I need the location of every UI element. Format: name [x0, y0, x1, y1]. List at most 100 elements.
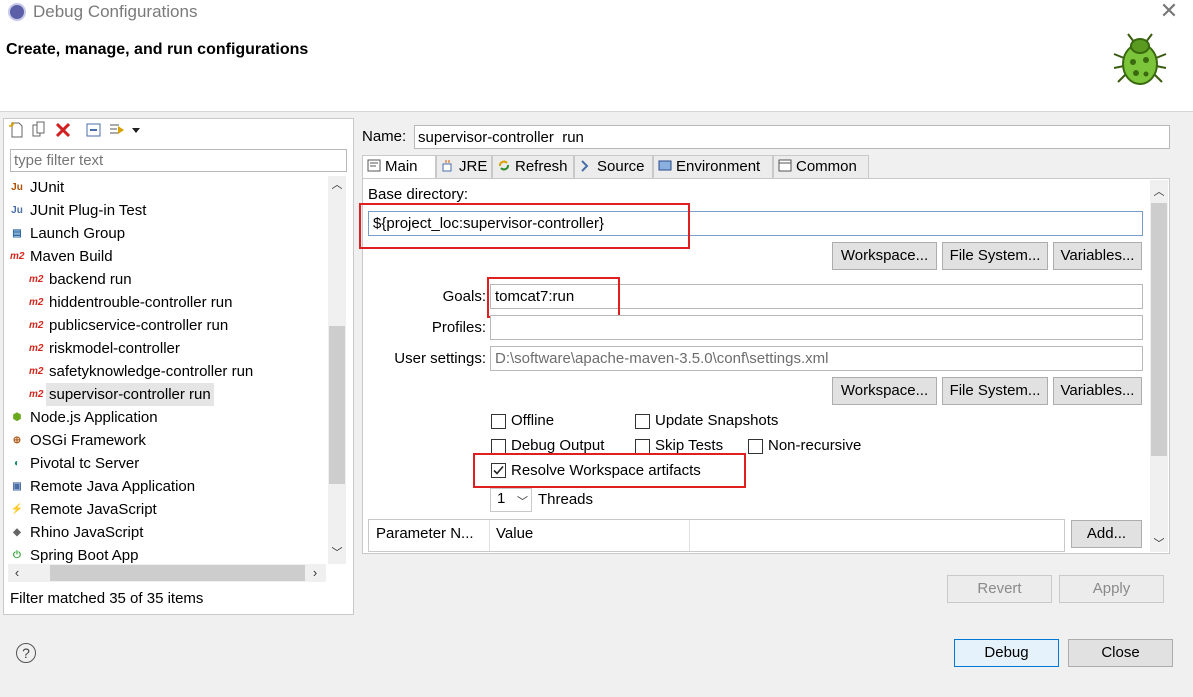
tab-source[interactable]: Source: [574, 155, 653, 179]
tree-item-label: Maven Build: [30, 248, 113, 265]
junit-plugin-icon: Ju: [11, 205, 23, 216]
launch-group-icon: ▤: [12, 228, 22, 239]
chevron-down-icon[interactable]: [130, 121, 142, 139]
file-system-button-2[interactable]: File System...: [942, 377, 1048, 405]
m2-icon: m2: [10, 251, 25, 262]
scroll-down-icon[interactable]: ﹀: [328, 544, 346, 562]
main-tab-icon: [367, 159, 381, 172]
page-title: Create, manage, and run configurations: [6, 41, 309, 58]
offline-checkbox[interactable]: [491, 414, 506, 429]
tab-environment-label: Environment: [676, 158, 761, 175]
highlight-box-resolve: [473, 453, 746, 488]
scroll-right-icon[interactable]: ›: [308, 565, 322, 581]
apply-button[interactable]: Apply: [1059, 575, 1164, 603]
m2-icon: m2: [29, 320, 44, 331]
non-recursive-checkbox[interactable]: [748, 439, 763, 454]
update-snapshots-checkbox[interactable]: [635, 414, 650, 429]
name-label: Name:: [362, 128, 407, 145]
goals-label: Goals:: [442, 288, 486, 305]
offline-label[interactable]: Offline: [511, 412, 554, 429]
tree-item-label: Launch Group: [30, 225, 126, 242]
add-parameter-button[interactable]: Add...: [1071, 520, 1142, 548]
filter-icon[interactable]: [108, 121, 126, 139]
user-settings-label: User settings:: [394, 350, 486, 367]
scroll-left-icon[interactable]: ‹: [10, 565, 24, 581]
variables-button-2[interactable]: Variables...: [1053, 377, 1142, 405]
tab-common[interactable]: Common: [773, 155, 869, 179]
tree-item-label: Spring Boot App: [30, 547, 139, 564]
tree-item-label: hiddentrouble-controller run: [49, 294, 233, 311]
help-icon[interactable]: ?: [16, 643, 36, 663]
profiles-label: Profiles:: [431, 319, 486, 336]
source-tab-icon: [581, 160, 589, 172]
debug-output-label[interactable]: Debug Output: [511, 437, 604, 454]
eclipse-icon: [8, 3, 26, 21]
tree-item-label: Pivotal tc Server: [30, 455, 140, 472]
window-close-button[interactable]: ✕: [1158, 0, 1180, 23]
profiles-input[interactable]: [490, 315, 1143, 340]
main-scroll-thumb[interactable]: [1151, 203, 1167, 456]
name-input[interactable]: [414, 125, 1170, 149]
skip-tests-checkbox[interactable]: [635, 439, 650, 454]
debug-button[interactable]: Debug: [954, 639, 1059, 667]
variables-button[interactable]: Variables...: [1053, 242, 1142, 270]
collapse-all-icon[interactable]: [85, 121, 103, 139]
tab-jre[interactable]: JRE: [436, 155, 492, 179]
tree-hscroll-thumb[interactable]: [50, 565, 305, 581]
file-system-button[interactable]: File System...: [942, 242, 1048, 270]
configuration-tree: Ju JUnit Ju JUnit Plug-in Test ▤ Launch Group…: [8, 176, 326, 564]
user-settings-input[interactable]: [490, 346, 1143, 371]
header-area: [0, 24, 1193, 112]
tree-item-label: JUnit Plug-in Test: [30, 202, 147, 219]
junit-icon: Ju: [11, 182, 23, 193]
filter-status-text: Filter matched 35 of 35 items: [10, 590, 204, 607]
tree-item-label: safetyknowledge-controller run: [49, 363, 254, 380]
delete-icon[interactable]: [54, 121, 72, 139]
update-snapshots-label[interactable]: Update Snapshots: [655, 412, 778, 429]
m2-icon: m2: [29, 366, 44, 377]
tree-item-label: Remote Java Application: [30, 478, 196, 495]
m2-icon: m2: [29, 389, 44, 400]
m2-icon: m2: [29, 297, 44, 308]
tab-main[interactable]: Main: [362, 155, 436, 180]
remote-java-icon: ▣: [12, 481, 22, 492]
osgi-icon: ⊕: [12, 435, 22, 446]
tab-refresh-label: Refresh: [515, 158, 568, 175]
filter-input[interactable]: [10, 149, 347, 172]
tree-item-label: JUnit: [30, 179, 65, 196]
non-recursive-label[interactable]: Non-recursive: [768, 437, 861, 454]
tab-refresh[interactable]: Refresh: [492, 155, 574, 179]
highlight-box-base-dir: [359, 203, 690, 249]
pivotal-icon: ◐: [13, 458, 21, 469]
param-col-value-header[interactable]: Value: [490, 520, 690, 551]
workspace-button[interactable]: Workspace...: [832, 242, 937, 270]
scroll-up-icon[interactable]: ︿: [328, 176, 346, 194]
spring-boot-icon: ⏻: [13, 550, 21, 561]
base-directory-label: Base directory:: [368, 186, 469, 203]
tab-environment[interactable]: Environment: [653, 155, 773, 179]
m2-icon: m2: [29, 274, 44, 285]
param-col-name-header[interactable]: Parameter N...: [369, 520, 490, 551]
debug-output-checkbox[interactable]: [491, 439, 506, 454]
parameter-table[interactable]: Parameter N... Value: [368, 519, 1065, 552]
chevron-down-icon[interactable]: ﹀: [517, 493, 528, 509]
tab-source-label: Source: [597, 158, 645, 175]
revert-button[interactable]: Revert: [947, 575, 1052, 603]
tree-item-label: Node.js Application: [30, 409, 158, 426]
skip-tests-label[interactable]: Skip Tests: [655, 437, 723, 454]
refresh-tab-icon: [499, 160, 509, 171]
tree-item-label: Rhino JavaScript: [30, 524, 144, 541]
scroll-up-icon[interactable]: ︿: [1150, 183, 1168, 199]
workspace-button-2[interactable]: Workspace...: [832, 377, 937, 405]
remote-js-icon: ⚡: [10, 504, 24, 515]
m2-icon: m2: [29, 343, 44, 354]
duplicate-icon[interactable]: [30, 121, 48, 139]
tree-scroll-thumb[interactable]: [329, 326, 345, 484]
tree-item-label: publicservice-controller run: [49, 317, 229, 334]
new-configuration-icon[interactable]: [8, 121, 26, 139]
environment-tab-icon: [658, 160, 672, 171]
tree-item-label: supervisor-controller run: [46, 383, 214, 406]
close-button[interactable]: Close: [1068, 639, 1173, 667]
tab-main-label: Main: [385, 158, 418, 175]
scroll-down-icon[interactable]: ﹀: [1150, 535, 1168, 551]
